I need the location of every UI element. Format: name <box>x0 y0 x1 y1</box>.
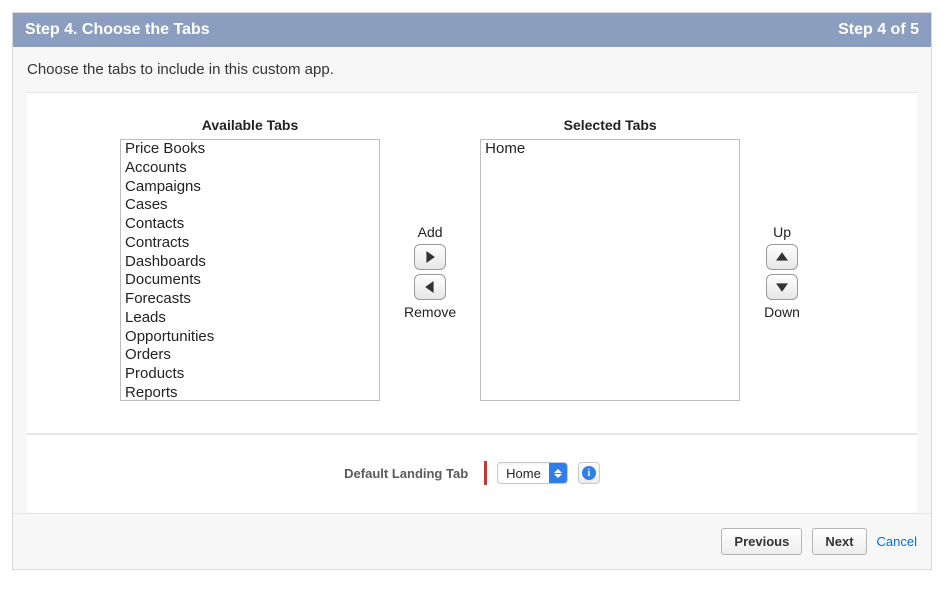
listbox-option[interactable]: Accounts <box>121 159 379 178</box>
wizard-body: Choose the tabs to include in this custo… <box>13 47 931 513</box>
selected-column: Selected Tabs Home <box>480 117 740 403</box>
listbox-option[interactable]: Dashboards <box>121 253 379 272</box>
move-down-button[interactable] <box>766 274 798 300</box>
arrow-up-icon <box>776 251 788 263</box>
arrow-left-icon <box>424 281 436 293</box>
add-button[interactable] <box>414 244 446 270</box>
next-button[interactable]: Next <box>812 528 866 555</box>
info-icon: i <box>582 466 596 480</box>
remove-button[interactable] <box>414 274 446 300</box>
move-up-button[interactable] <box>766 244 798 270</box>
default-landing-select[interactable]: Home <box>497 462 568 484</box>
wizard-header: Step 4. Choose the Tabs Step 4 of 5 <box>13 13 931 47</box>
down-label: Down <box>764 304 800 320</box>
default-landing-value: Home <box>498 463 549 483</box>
listbox-option[interactable]: Orders <box>121 346 379 365</box>
wizard-title: Step 4. Choose the Tabs <box>25 21 210 39</box>
select-arrows-icon <box>549 463 567 483</box>
listbox-option[interactable]: Home <box>481 140 739 159</box>
listbox-option[interactable]: Reports <box>121 384 379 401</box>
listbox-option[interactable]: Leads <box>121 309 379 328</box>
default-landing-label: Default Landing Tab <box>344 466 468 481</box>
add-remove-controls: Add Remove <box>380 141 480 403</box>
default-landing-row: Default Landing Tab Home i <box>27 434 917 513</box>
listbox-option[interactable]: Opportunities <box>121 328 379 347</box>
selected-heading: Selected Tabs <box>564 117 657 133</box>
required-indicator <box>484 461 487 485</box>
arrow-down-icon <box>776 281 788 293</box>
listbox-option[interactable]: Contracts <box>121 234 379 253</box>
available-column: Available Tabs Price BooksAccountsCampai… <box>120 117 380 403</box>
listbox-option[interactable]: Forecasts <box>121 290 379 309</box>
available-heading: Available Tabs <box>202 117 298 133</box>
add-label: Add <box>418 224 443 240</box>
arrow-right-icon <box>424 251 436 263</box>
wizard-step-indicator: Step 4 of 5 <box>838 21 919 39</box>
cancel-link[interactable]: Cancel <box>877 534 917 549</box>
listbox-option[interactable]: Price Books <box>121 140 379 159</box>
listbox-option[interactable]: Campaigns <box>121 178 379 197</box>
remove-label: Remove <box>404 304 456 320</box>
listbox-option[interactable]: Cases <box>121 196 379 215</box>
listbox-option[interactable]: Products <box>121 365 379 384</box>
listbox-option[interactable]: Contacts <box>121 215 379 234</box>
wizard-panel: Step 4. Choose the Tabs Step 4 of 5 Choo… <box>12 12 932 570</box>
reorder-controls: Up Down <box>740 141 824 403</box>
listbox-option[interactable]: Documents <box>121 271 379 290</box>
available-tabs-listbox[interactable]: Price BooksAccountsCampaignsCasesContact… <box>120 139 380 401</box>
selected-tabs-listbox[interactable]: Home <box>480 139 740 401</box>
wizard-footer: Previous Next Cancel <box>13 513 931 569</box>
tab-picker: Available Tabs Price BooksAccountsCampai… <box>27 93 917 434</box>
up-label: Up <box>773 224 791 240</box>
instruction-text: Choose the tabs to include in this custo… <box>27 61 917 93</box>
info-button[interactable]: i <box>578 462 600 484</box>
previous-button[interactable]: Previous <box>721 528 802 555</box>
